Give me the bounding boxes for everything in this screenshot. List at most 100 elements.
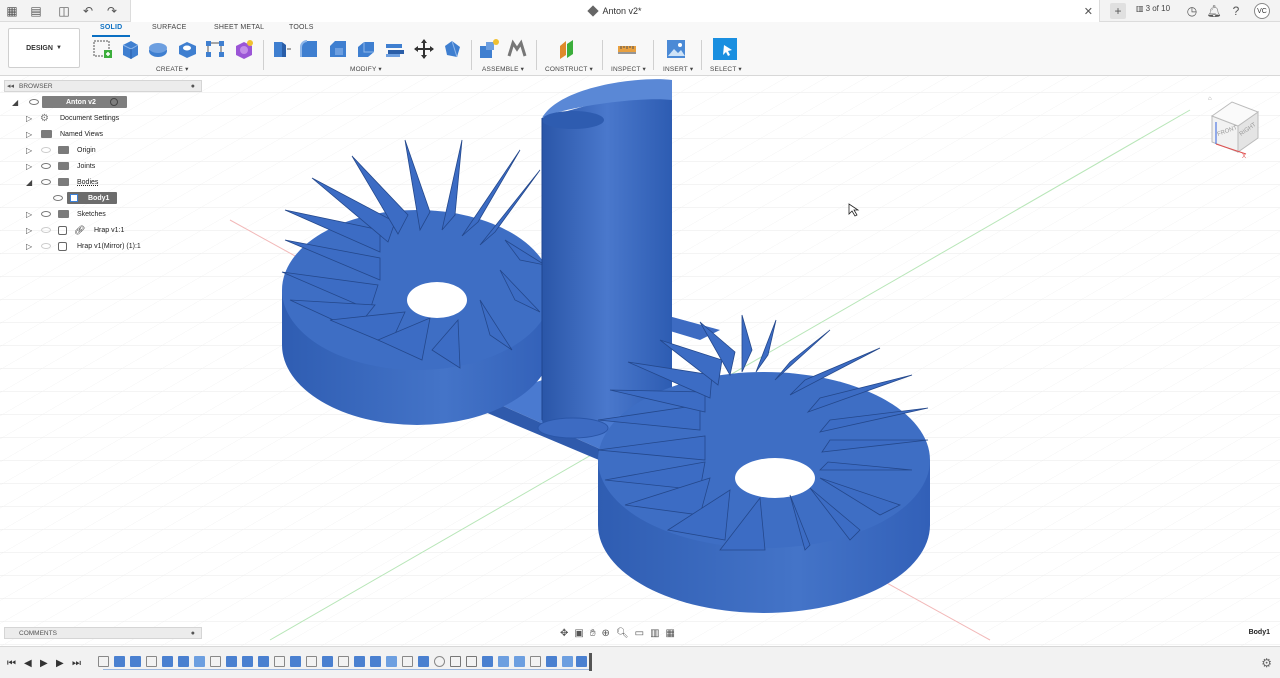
user-avatar[interactable]: VC: [1254, 3, 1270, 19]
timeline-component-icon[interactable]: [450, 656, 461, 667]
timeline-extrude-icon[interactable]: [226, 656, 237, 667]
visibility-icon[interactable]: [41, 179, 51, 185]
timeline-sketch-icon[interactable]: [274, 656, 285, 667]
timeline-sketch-icon[interactable]: [210, 656, 221, 667]
visibility-icon[interactable]: [41, 211, 51, 217]
notifications-icon[interactable]: 🔔︎: [1206, 3, 1222, 19]
extrude-icon[interactable]: [119, 38, 141, 60]
visibility-off-icon[interactable]: [41, 147, 51, 153]
viewports-icon[interactable]: ▦: [666, 628, 675, 639]
pin-icon[interactable]: ●: [191, 83, 195, 90]
hole-icon[interactable]: [176, 38, 198, 60]
look-at-icon[interactable]: ▣: [574, 628, 583, 639]
step-back-icon[interactable]: ◀: [24, 658, 32, 669]
expand-icon[interactable]: ▷: [26, 130, 34, 139]
expand-icon[interactable]: ◢: [12, 98, 20, 107]
timeline-extrude-icon[interactable]: [354, 656, 365, 667]
tree-item-hrap[interactable]: ▷ 🔗︎ Hrap v1:1: [4, 222, 202, 238]
timeline-fillet-icon[interactable]: [498, 656, 509, 667]
timeline-extrude-icon[interactable]: [576, 656, 587, 667]
chamfer-icon[interactable]: [327, 38, 349, 60]
tree-item-body1[interactable]: Body1: [4, 190, 202, 206]
timeline-extrude-icon[interactable]: [290, 656, 301, 667]
measure-icon[interactable]: [616, 38, 638, 60]
tree-item-named-views[interactable]: ▷ Named Views: [4, 126, 202, 142]
file-menu-icon[interactable]: ▤: [28, 3, 44, 19]
app-grid-icon[interactable]: ▦: [4, 3, 20, 19]
settings-gear-icon[interactable]: ⚙: [1261, 656, 1272, 670]
timeline-sketch-icon[interactable]: [402, 656, 413, 667]
press-pull-icon[interactable]: [270, 38, 292, 60]
modify-group-label[interactable]: MODIFY ▾: [350, 65, 382, 73]
help-icon[interactable]: ?: [1228, 3, 1244, 19]
comments-panel[interactable]: COMMENTS ●: [4, 627, 202, 639]
select-group-label[interactable]: SELECT ▾: [710, 65, 742, 73]
visibility-icon[interactable]: [29, 99, 39, 105]
timeline-sketch-icon[interactable]: [98, 656, 109, 667]
undo-icon[interactable]: ↶: [80, 3, 96, 19]
timeline-sketch-icon[interactable]: [146, 656, 157, 667]
timeline-fillet-icon[interactable]: [386, 656, 397, 667]
move-icon[interactable]: [413, 38, 435, 60]
tab-sheet-metal[interactable]: SHEET METAL: [214, 24, 264, 31]
activate-radio-icon[interactable]: [110, 98, 118, 106]
timeline-extrude-icon[interactable]: [178, 656, 189, 667]
browser-header[interactable]: ◂◂ BROWSER ●: [4, 80, 202, 92]
timeline-joint-icon[interactable]: [434, 656, 445, 667]
history-icon[interactable]: ◷: [1184, 3, 1200, 19]
timeline-extrude-icon[interactable]: [130, 656, 141, 667]
save-icon[interactable]: ◫: [56, 3, 72, 19]
go-to-start-icon[interactable]: ⏮: [7, 658, 16, 669]
zoom-icon[interactable]: 🔍︎: [616, 628, 629, 639]
timeline-extrude-icon[interactable]: [546, 656, 557, 667]
create-group-label[interactable]: CREATE ▾: [156, 65, 189, 73]
timeline-extrude-icon[interactable]: [370, 656, 381, 667]
viewcube[interactable]: FRONT RIGHT X ⌂: [1206, 92, 1264, 158]
create-sketch-icon[interactable]: [92, 38, 114, 60]
tree-item-document-settings[interactable]: ▷ ⚙ Document Settings: [4, 110, 202, 126]
inspect-group-label[interactable]: INSPECT ▾: [611, 65, 646, 73]
expand-icon[interactable]: ▷: [26, 146, 34, 155]
collapse-icon[interactable]: ◂◂: [7, 82, 14, 90]
step-forward-icon[interactable]: ▶: [56, 658, 64, 669]
tree-root[interactable]: ◢ Anton v2: [4, 94, 202, 110]
grid-settings-icon[interactable]: ▥: [650, 628, 659, 639]
home-view-icon[interactable]: ⌂: [1208, 96, 1212, 102]
timeline-extrude-icon[interactable]: [258, 656, 269, 667]
visibility-icon[interactable]: [41, 163, 51, 169]
visibility-off-icon[interactable]: [41, 227, 51, 233]
document-tab[interactable]: Anton v2* ✕: [130, 0, 1100, 22]
expand-icon[interactable]: ▷: [26, 162, 34, 171]
tab-surface[interactable]: SURFACE: [152, 24, 186, 31]
display-settings-icon[interactable]: ▭: [635, 628, 644, 639]
scale-icon[interactable]: [441, 38, 463, 60]
timeline-sketch-icon[interactable]: [338, 656, 349, 667]
fillet-icon[interactable]: [298, 38, 320, 60]
center-shaft[interactable]: [537, 79, 672, 439]
timeline-extrude-icon[interactable]: [418, 656, 429, 667]
timeline-extrude-icon[interactable]: [162, 656, 173, 667]
pattern-icon[interactable]: [204, 38, 226, 60]
timeline-extrude-icon[interactable]: [114, 656, 125, 667]
timeline-extrude-icon[interactable]: [242, 656, 253, 667]
insert-image-icon[interactable]: [665, 38, 687, 60]
expand-icon[interactable]: ▷: [26, 114, 34, 123]
insert-group-label[interactable]: INSERT ▾: [663, 65, 693, 73]
timeline-shell-icon[interactable]: [194, 656, 205, 667]
select-icon[interactable]: [712, 37, 738, 61]
page-counter[interactable]: ▥ 3 of 10: [1136, 4, 1170, 13]
new-tab-icon[interactable]: +: [1110, 3, 1126, 19]
timeline-sketch-icon[interactable]: [306, 656, 317, 667]
visibility-off-icon[interactable]: [41, 243, 51, 249]
offset-plane-icon[interactable]: [557, 38, 579, 60]
tree-item-bodies[interactable]: ◢ Bodies: [4, 174, 202, 190]
tab-tools[interactable]: TOOLS: [289, 24, 314, 31]
form-icon[interactable]: [233, 38, 255, 60]
timeline-component-icon[interactable]: [466, 656, 477, 667]
timeline-marker[interactable]: [589, 653, 592, 671]
collapse-icon[interactable]: ◢: [26, 178, 34, 187]
timeline-extrude-icon[interactable]: [322, 656, 333, 667]
pin-icon[interactable]: ●: [191, 630, 195, 637]
shell-icon[interactable]: [355, 38, 377, 60]
timeline-extrude-icon[interactable]: [482, 656, 493, 667]
